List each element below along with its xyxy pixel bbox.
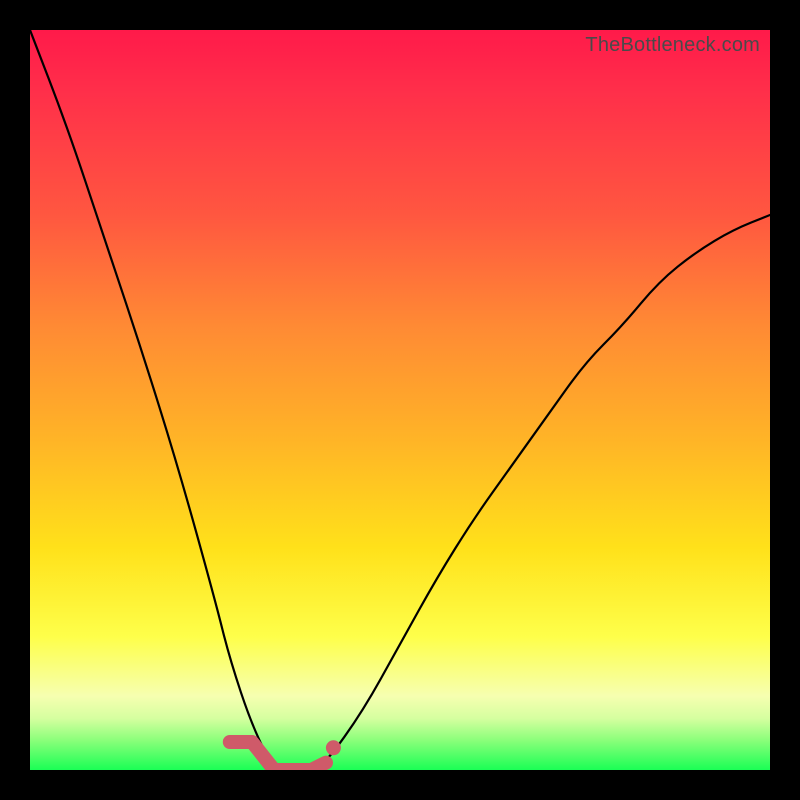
- watermark-text: TheBottleneck.com: [585, 34, 760, 57]
- highlight-band: [230, 742, 326, 770]
- chart-svg: [30, 30, 770, 770]
- plot-area: TheBottleneck.com: [30, 30, 770, 770]
- bottleneck-curve: [30, 30, 770, 770]
- marker-dot: [326, 740, 341, 755]
